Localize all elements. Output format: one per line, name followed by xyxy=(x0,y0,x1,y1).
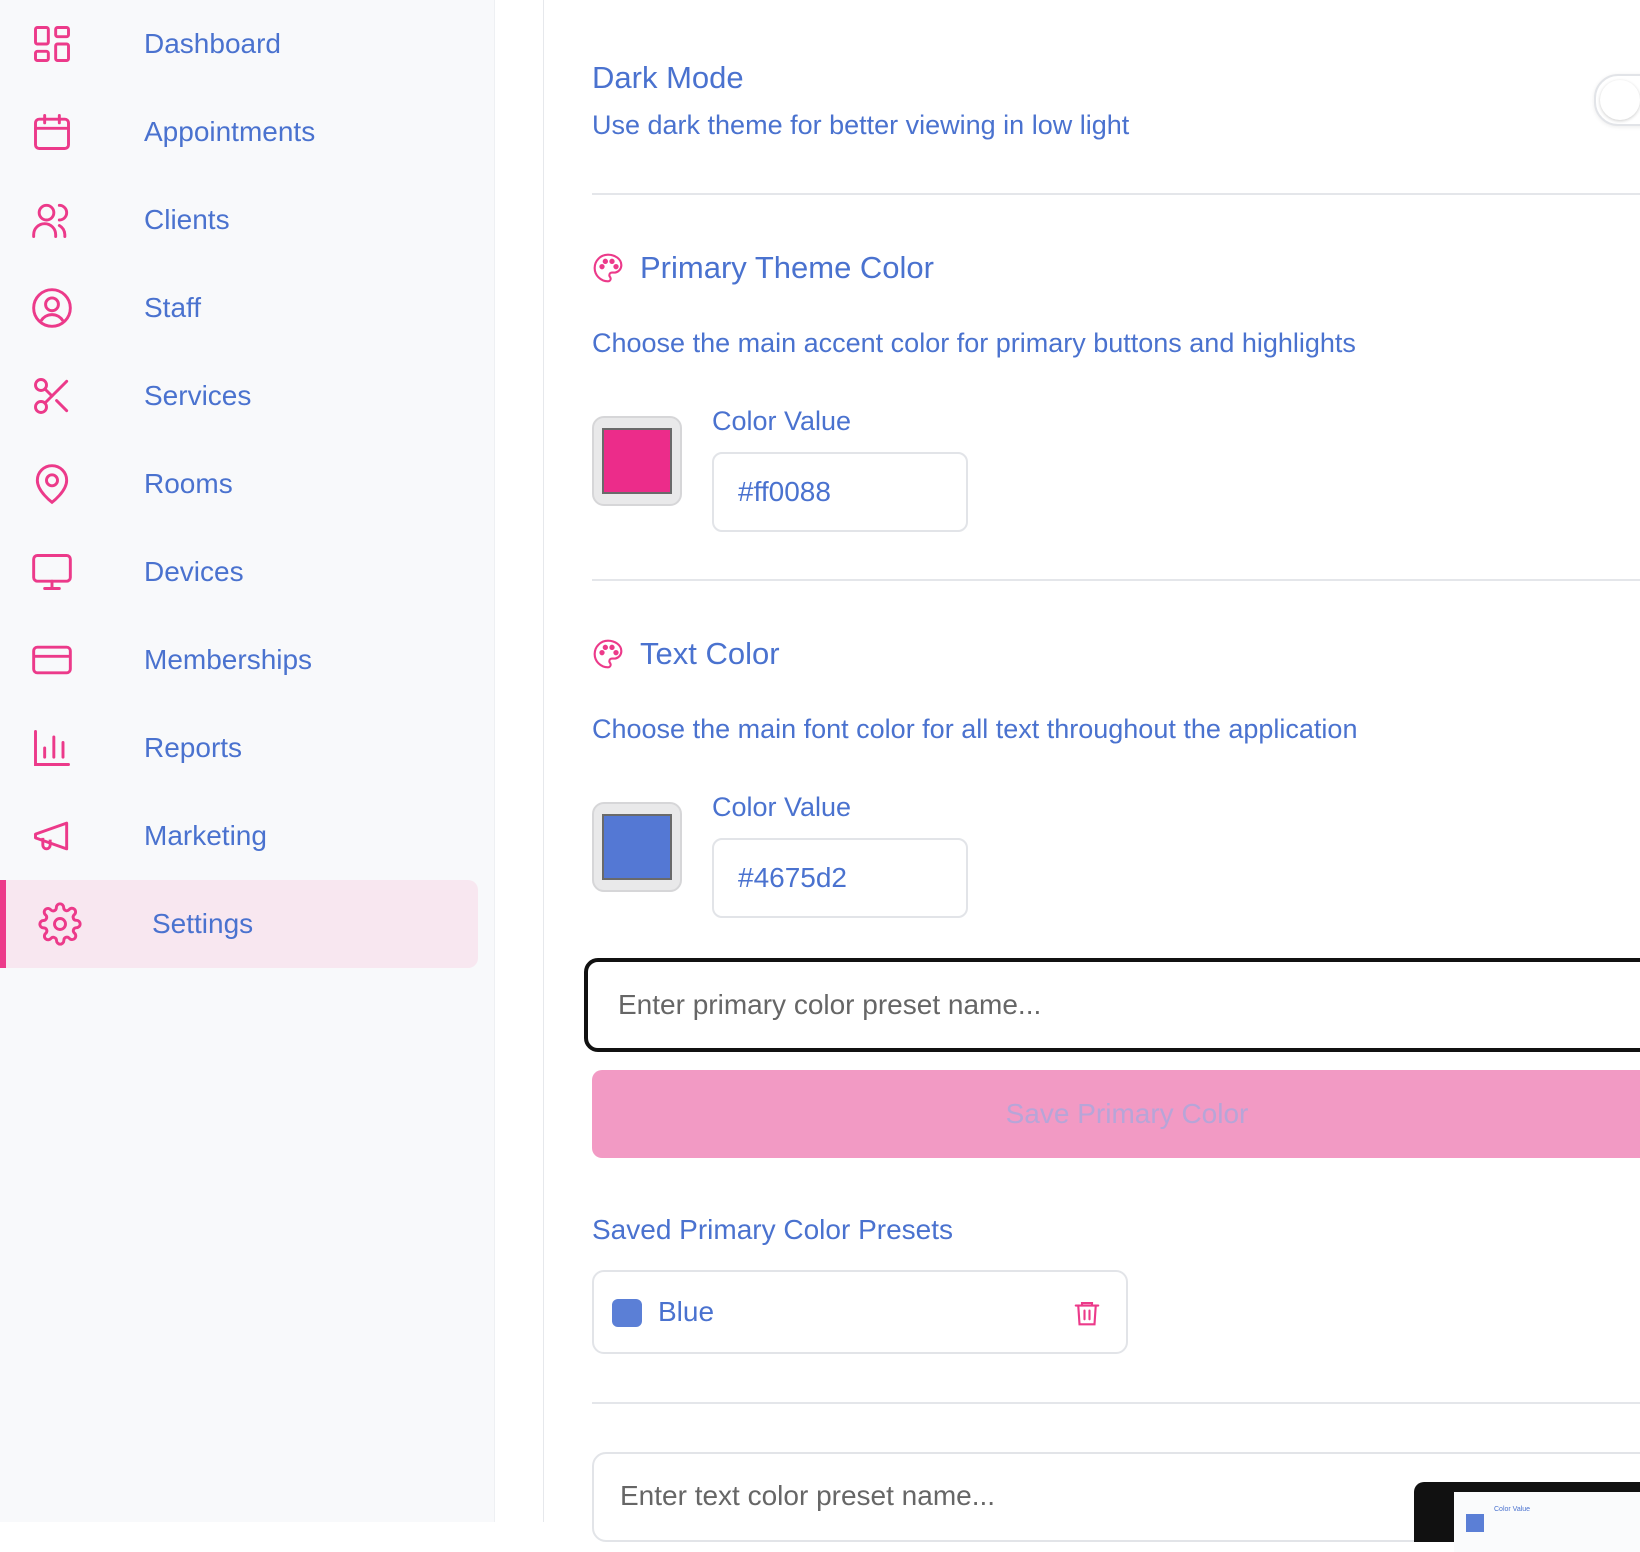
credit-card-icon xyxy=(30,638,74,682)
sidebar-item-clients[interactable]: Clients xyxy=(30,188,470,252)
sidebar-item-label: Marketing xyxy=(144,820,267,851)
sidebar: Dashboard Appointments Clients Staff Ser… xyxy=(0,0,494,1522)
primary-color-description: Choose the main accent color for primary… xyxy=(592,328,1356,358)
calendar-icon xyxy=(30,110,74,154)
sidebar-item-marketing[interactable]: Marketing xyxy=(30,804,470,868)
users-icon xyxy=(30,198,74,242)
sidebar-item-label: Appointments xyxy=(144,116,316,147)
preset-name: Blue xyxy=(658,1296,715,1327)
primary-color-value-label: Color Value xyxy=(712,406,852,436)
screenshot-thumbnail[interactable]: Color Value xyxy=(1414,1482,1640,1552)
content-gutter xyxy=(494,0,544,1522)
thumbnail-label: Color Value xyxy=(1494,1506,1531,1513)
sidebar-item-appointments[interactable]: Appointments xyxy=(30,100,470,164)
toggle-knob xyxy=(1600,80,1640,120)
settings-panel: Dark Mode Use dark theme for better view… xyxy=(544,0,1640,1552)
divider xyxy=(592,193,1640,195)
thumbnail-swatch xyxy=(1466,1514,1484,1532)
sidebar-item-label: Reports xyxy=(144,732,243,763)
monitor-icon xyxy=(30,550,74,594)
palette-icon xyxy=(593,253,623,283)
text-color-value-input[interactable]: #4675d2 xyxy=(712,838,968,918)
divider xyxy=(592,579,1640,581)
sidebar-item-services[interactable]: Services xyxy=(30,364,470,428)
sidebar-item-label: Settings xyxy=(152,908,254,939)
saved-presets-title: Saved Primary Color Presets xyxy=(592,1214,954,1245)
gear-icon xyxy=(38,902,82,946)
map-pin-icon xyxy=(30,462,74,506)
preset-item[interactable]: Blue xyxy=(592,1270,1128,1354)
sidebar-item-label: Clients xyxy=(144,204,230,235)
sidebar-item-staff[interactable]: Staff xyxy=(30,276,470,340)
sidebar-item-label: Services xyxy=(144,380,252,411)
save-primary-color-button[interactable]: Save Primary Color xyxy=(592,1070,1640,1158)
primary-color-value-input[interactable]: #ff0088 xyxy=(712,452,968,532)
sidebar-item-dashboard[interactable]: Dashboard xyxy=(30,12,470,76)
megaphone-icon xyxy=(30,814,74,858)
bar-chart-icon xyxy=(30,726,74,770)
text-color-picker[interactable] xyxy=(592,802,682,892)
primary-color-picker[interactable] xyxy=(592,416,682,506)
divider xyxy=(592,1402,1640,1404)
dashboard-icon xyxy=(30,22,74,66)
text-color-value-label: Color Value xyxy=(712,792,852,822)
dark-mode-title: Dark Mode xyxy=(592,60,744,95)
preset-color-swatch xyxy=(612,1299,642,1327)
thumbnail-preview: Color Value xyxy=(1454,1492,1640,1552)
palette-icon xyxy=(593,639,623,669)
dark-mode-description: Use dark theme for better viewing in low… xyxy=(592,110,1130,140)
sidebar-item-label: Dashboard xyxy=(144,28,281,59)
user-circle-icon xyxy=(30,286,74,330)
scissors-icon xyxy=(30,374,74,418)
sidebar-item-settings[interactable]: Settings xyxy=(38,892,478,956)
primary-color-swatch xyxy=(602,428,672,494)
text-color-description: Choose the main font color for all text … xyxy=(592,714,1358,744)
dark-mode-toggle[interactable] xyxy=(1594,74,1640,126)
primary-color-title: Primary Theme Color xyxy=(640,250,935,285)
sidebar-item-rooms[interactable]: Rooms xyxy=(30,452,470,516)
sidebar-item-label: Devices xyxy=(144,556,244,587)
sidebar-item-reports[interactable]: Reports xyxy=(30,716,470,780)
text-color-title: Text Color xyxy=(640,636,780,671)
sidebar-item-label: Memberships xyxy=(144,644,313,675)
sidebar-item-label: Staff xyxy=(144,292,202,323)
primary-preset-name-input[interactable]: Enter primary color preset name... xyxy=(584,958,1640,1052)
text-color-swatch xyxy=(602,814,672,880)
sidebar-item-devices[interactable]: Devices xyxy=(30,540,470,604)
sidebar-item-memberships[interactable]: Memberships xyxy=(30,628,470,692)
trash-icon[interactable] xyxy=(1072,1296,1102,1330)
sidebar-item-label: Rooms xyxy=(144,468,233,499)
